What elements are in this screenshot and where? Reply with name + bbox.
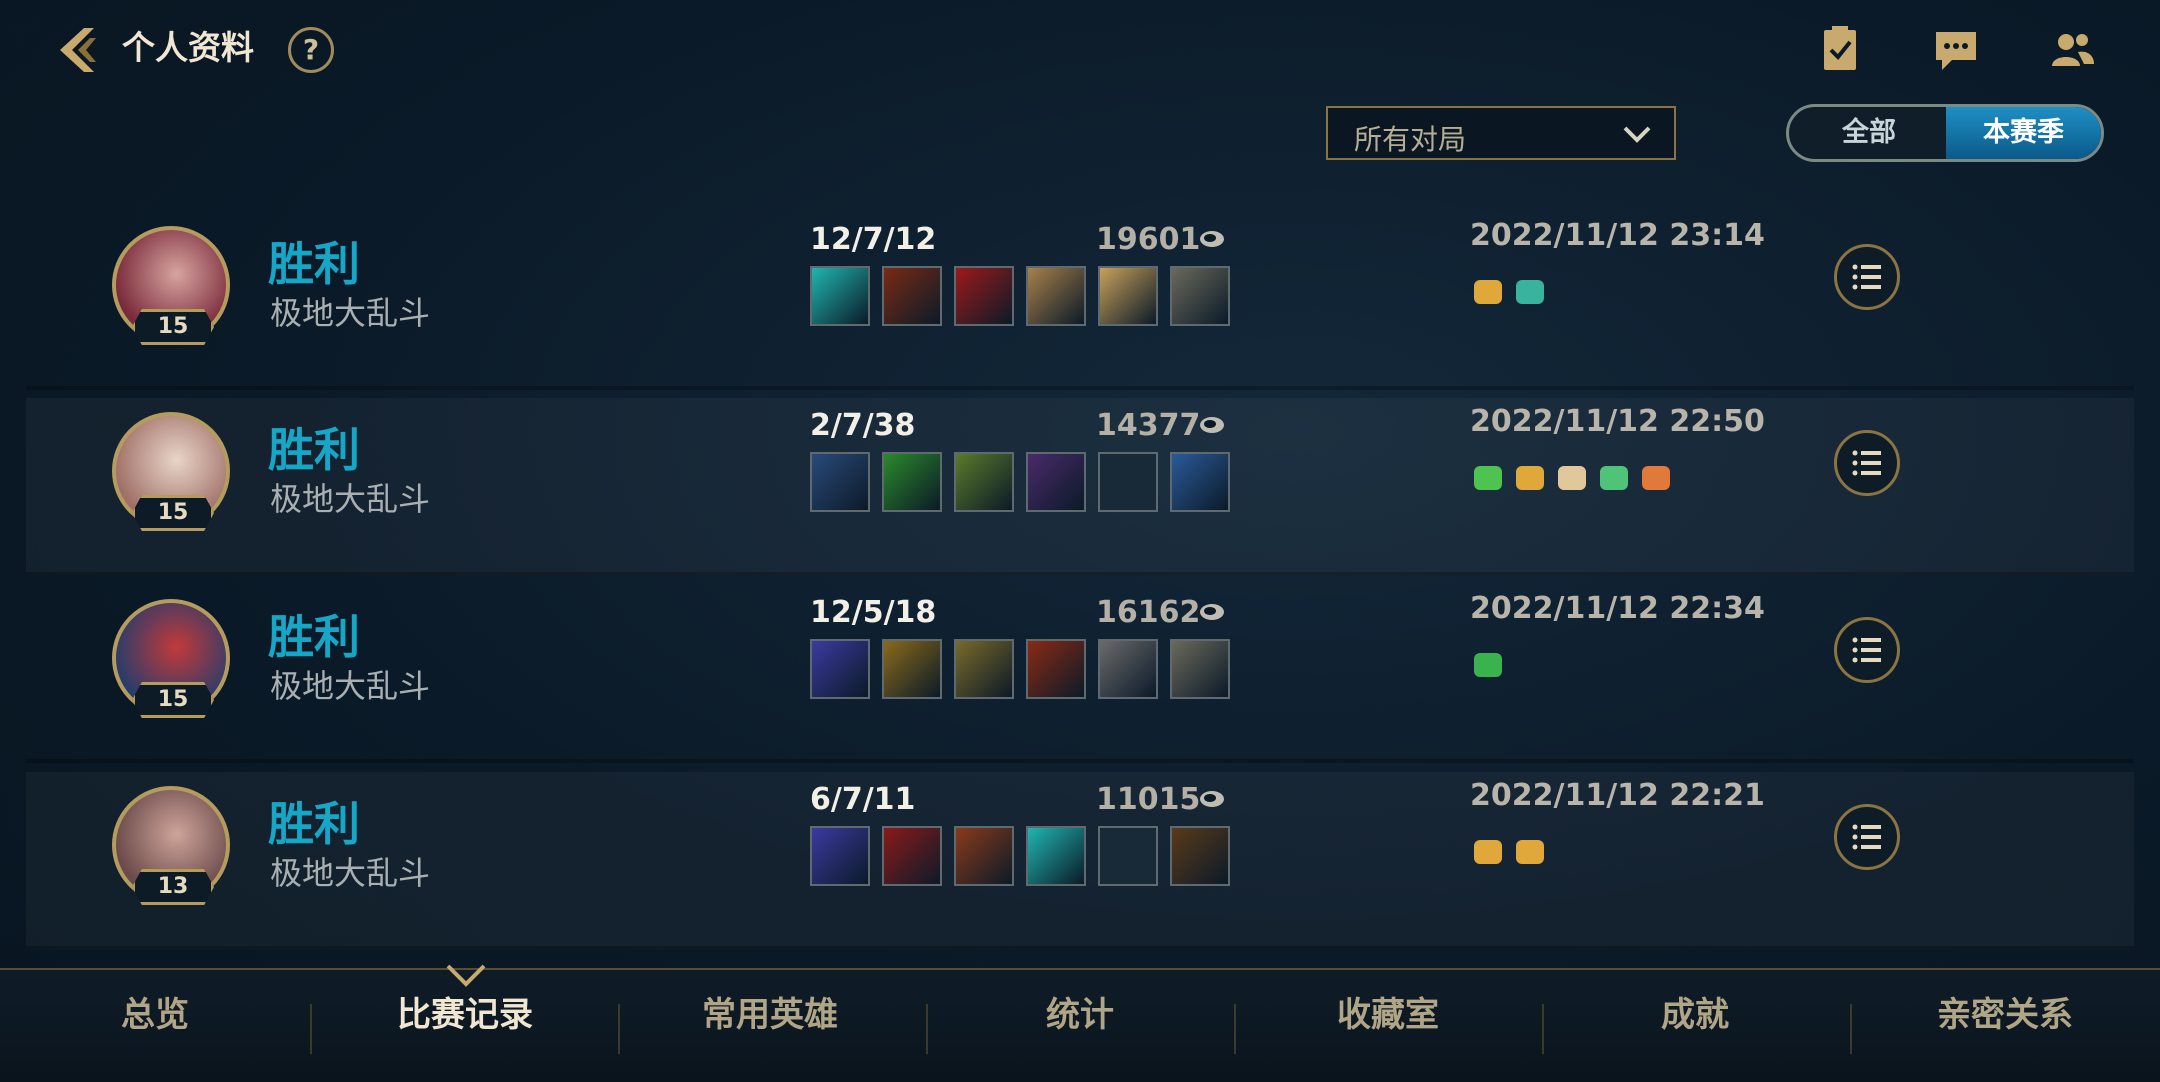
match-date: 2022/11/12 22:21	[1470, 778, 1765, 813]
item-slot[interactable]	[1170, 452, 1230, 512]
chevron-down-icon	[1623, 126, 1651, 143]
game-mode: 极地大乱斗	[270, 480, 431, 518]
match-result: 胜利	[268, 423, 360, 477]
list-icon	[1852, 450, 1881, 476]
champion-level: 13	[132, 869, 214, 905]
gold-earned: 11015	[1096, 782, 1201, 817]
tab-match-history[interactable]: 比赛记录	[350, 970, 580, 1082]
item-slot[interactable]	[810, 266, 870, 326]
item-slot[interactable]	[882, 452, 942, 512]
item-slot[interactable]	[810, 826, 870, 886]
game-mode: 极地大乱斗	[270, 854, 431, 892]
item-slot[interactable]	[882, 639, 942, 699]
shield-badge-icon	[1600, 466, 1628, 490]
match-details-button[interactable]	[1834, 804, 1900, 870]
match-filter-dropdown[interactable]: 所有对局	[1326, 106, 1676, 160]
item-slot[interactable]	[954, 639, 1014, 699]
item-slot[interactable]	[954, 266, 1014, 326]
tab-favorite-champions[interactable]: 常用英雄	[655, 970, 885, 1082]
heart-badge-icon	[1474, 653, 1502, 677]
empty-item-slot[interactable]	[1098, 826, 1158, 886]
gold-coin-icon	[1200, 231, 1224, 247]
friends-icon	[2052, 34, 2094, 66]
match-result: 胜利	[268, 237, 360, 291]
missions-button[interactable]	[1812, 22, 1868, 78]
match-details-button[interactable]	[1834, 617, 1900, 683]
match-date: 2022/11/12 23:14	[1470, 218, 1765, 253]
tab-statistics[interactable]: 统计	[965, 970, 1195, 1082]
chat-button[interactable]	[1928, 22, 1984, 78]
toggle-current-season-button[interactable]: 本赛季	[1946, 107, 2101, 159]
gold-earned: 19601	[1096, 222, 1201, 257]
match-row[interactable]: 15 胜利 极地大乱斗 12/5/18 16162 2022/11/12 22:…	[26, 585, 2134, 763]
champion-level: 15	[132, 682, 214, 718]
item-slot[interactable]	[954, 452, 1014, 512]
champion-level: 15	[132, 495, 214, 531]
kda: 6/7/11	[810, 782, 916, 817]
chain-badge-icon	[1642, 466, 1670, 490]
item-slot[interactable]	[810, 452, 870, 512]
match-result: 胜利	[268, 610, 360, 664]
item-slot[interactable]	[882, 826, 942, 886]
back-chevron-icon	[60, 28, 96, 72]
drop-badge-icon	[1516, 840, 1544, 864]
match-row[interactable]: 15 胜利 极地大乱斗 12/7/12 19601 2022/11/12 23:…	[26, 212, 2134, 390]
flag-badge-icon	[1474, 466, 1502, 490]
game-mode: 极地大乱斗	[270, 667, 431, 705]
season-toggle: 全部 本赛季	[1786, 104, 2104, 162]
bottom-nav: 总览 比赛记录 常用英雄 统计 收藏室 成就 亲密关系	[0, 964, 2160, 1082]
item-slot[interactable]	[1026, 639, 1086, 699]
tab-achievements[interactable]: 成就	[1580, 970, 1810, 1082]
match-details-button[interactable]	[1834, 244, 1900, 310]
page-title: 个人资料	[122, 28, 254, 67]
item-slot[interactable]	[1026, 266, 1086, 326]
item-slot[interactable]	[882, 266, 942, 326]
shield-badge-icon	[1516, 280, 1544, 304]
item-slot[interactable]	[1026, 826, 1086, 886]
item-slot[interactable]	[1170, 639, 1230, 699]
coin-badge-icon	[1474, 840, 1502, 864]
match-date: 2022/11/12 22:34	[1470, 591, 1765, 626]
dropdown-selected-value: 所有对局	[1354, 123, 1467, 156]
gold-earned: 14377	[1096, 408, 1201, 443]
tab-relationships[interactable]: 亲密关系	[1885, 970, 2125, 1082]
game-mode: 极地大乱斗	[270, 294, 431, 332]
back-button[interactable]	[50, 22, 106, 78]
item-slot[interactable]	[1170, 826, 1230, 886]
kda: 12/5/18	[810, 595, 937, 630]
gold-earned: 16162	[1096, 595, 1201, 630]
list-icon	[1852, 824, 1881, 850]
gold-coin-icon	[1200, 791, 1224, 807]
tab-collection[interactable]: 收藏室	[1273, 970, 1503, 1082]
coin-badge-icon	[1474, 280, 1502, 304]
match-date: 2022/11/12 22:50	[1470, 404, 1765, 439]
chat-icon	[1936, 32, 1976, 70]
gold-coin-icon	[1200, 417, 1224, 433]
link-badge-icon	[1558, 466, 1586, 490]
champion-level: 15	[132, 309, 214, 345]
kda: 12/7/12	[810, 222, 937, 257]
toggle-all-button[interactable]: 全部	[1789, 107, 1949, 159]
help-button[interactable]: ?	[288, 27, 334, 73]
clipboard-check-icon	[1824, 26, 1856, 70]
match-row[interactable]: 15 胜利 极地大乱斗 2/7/38 14377 2022/11/12 22:5…	[26, 398, 2134, 576]
match-row[interactable]: 13 胜利 极地大乱斗 6/7/11 11015 2022/11/12 22:2…	[26, 772, 2134, 950]
empty-item-slot[interactable]	[1098, 452, 1158, 512]
match-details-button[interactable]	[1834, 430, 1900, 496]
list-icon	[1852, 637, 1881, 663]
item-slot[interactable]	[1026, 452, 1086, 512]
item-slot[interactable]	[1170, 266, 1230, 326]
item-slot[interactable]	[954, 826, 1014, 886]
list-icon	[1852, 264, 1881, 290]
friends-button[interactable]	[2044, 22, 2100, 78]
kda: 2/7/38	[810, 408, 916, 443]
coin-badge-icon	[1516, 466, 1544, 490]
gold-coin-icon	[1200, 604, 1224, 620]
item-slot[interactable]	[810, 639, 870, 699]
match-result: 胜利	[268, 797, 360, 851]
tab-overview[interactable]: 总览	[40, 970, 270, 1082]
item-slot[interactable]	[1098, 266, 1158, 326]
item-slot[interactable]	[1098, 639, 1158, 699]
